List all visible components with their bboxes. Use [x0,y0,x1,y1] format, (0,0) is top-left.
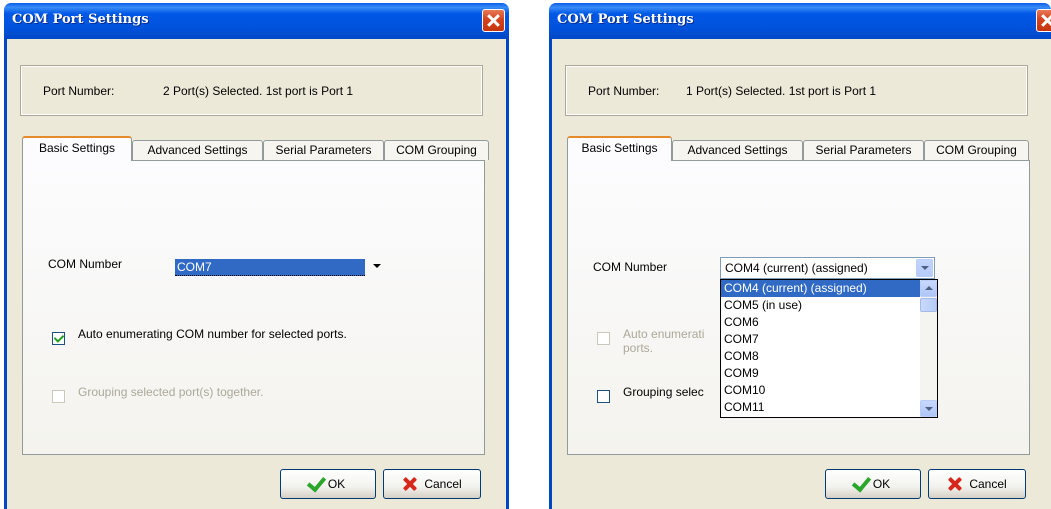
x-cancel-icon [947,476,963,492]
basic-settings-panel: COM Number COM4 (current) (assigned) COM… [567,160,1030,455]
com-number-label: COM Number [48,257,123,271]
dropdown-item-com8[interactable]: COM8 [721,348,937,365]
dropdown-item-com4[interactable]: COM4 (current) (assigned) [721,280,937,297]
auto-enumerate-option[interactable]: Auto enumerating COM number for selected… [52,327,378,345]
dropdown-item-com11[interactable]: COM11 [721,399,937,416]
tab-advanced-settings[interactable]: Advanced Settings [132,140,263,160]
dropdown-item-com9[interactable]: COM9 [721,365,937,382]
basic-settings-panel: COM Number COM7 Auto enumerating COM num… [22,160,485,455]
close-button[interactable] [482,9,505,32]
auto-enumerate-label-line1: Auto enumerati [623,327,705,341]
auto-enumerate-label: Auto enumerating COM number for selected… [78,327,347,341]
ok-label: OK [327,477,346,491]
cancel-button[interactable]: Cancel [383,469,481,499]
checkmark-icon [306,471,327,493]
port-number-value: 2 Port(s) Selected. 1st port is Port 1 [163,84,354,98]
x-cancel-icon [402,476,418,492]
auto-enumerate-label-line2: ports. [623,341,654,355]
cancel-label: Cancel [969,477,1007,491]
port-number-value: 1 Port(s) Selected. 1st port is Port 1 [686,84,877,98]
grouping-option: Grouping selected port(s) together. [52,385,378,403]
dropdown-item-com7[interactable]: COM7 [721,331,937,348]
close-icon [487,14,500,27]
grouping-checkbox [52,390,65,403]
ok-button[interactable]: OK [825,469,921,499]
dialog-title: COM Port Settings [12,12,149,27]
cancel-label: Cancel [424,477,462,491]
auto-enumerate-checkbox [597,332,610,345]
port-number-label: Port Number: [588,84,660,98]
port-number-group: Port Number: 2 Port(s) Selected. 1st por… [20,65,483,116]
cancel-button[interactable]: Cancel [928,469,1026,499]
tab-basic-settings[interactable]: Basic Settings [22,136,132,161]
com-number-dropdown-list[interactable]: COM4 (current) (assigned) COM5 (in use) … [720,279,938,418]
title-bar[interactable]: COM Port Settings [4,3,509,39]
com-port-settings-dialog-left: COM Port Settings Port Number: 2 Port(s)… [4,3,509,509]
com-number-combobox[interactable]: COM4 (current) (assigned) [720,257,935,279]
tab-basic-settings[interactable]: Basic Settings [567,136,672,161]
tab-serial-parameters[interactable]: Serial Parameters [803,140,924,160]
com-number-combobox[interactable]: COM7 [175,257,390,279]
ok-button[interactable]: OK [280,469,376,499]
port-number-group: Port Number: 1 Port(s) Selected. 1st por… [565,65,1028,116]
dialog-body: Port Number: 2 Port(s) Selected. 1st por… [4,39,509,509]
checkmark-icon [851,471,872,493]
dropdown-item-com5[interactable]: COM5 (in use) [721,297,937,314]
chevron-down-icon[interactable] [916,259,933,277]
com-number-label: COM Number [593,260,668,274]
close-icon [1041,14,1051,27]
grouping-label: Grouping selected port(s) together. [78,385,264,399]
chevron-down-icon[interactable] [373,264,381,268]
auto-enumerate-checkbox[interactable] [52,332,65,345]
tab-com-grouping[interactable]: COM Grouping [924,140,1029,160]
close-button[interactable] [1036,9,1051,32]
scroll-up-icon[interactable] [920,280,937,297]
grouping-checkbox[interactable] [597,390,610,403]
dialog-title: COM Port Settings [557,12,694,27]
scroll-thumb[interactable] [920,298,937,312]
com-number-value: COM7 [175,259,365,276]
title-bar[interactable]: COM Port Settings [549,3,1051,39]
ok-label: OK [872,477,891,491]
tab-com-grouping[interactable]: COM Grouping [384,140,489,160]
dropdown-item-com6[interactable]: COM6 [721,314,937,331]
dialog-body: Port Number: 1 Port(s) Selected. 1st por… [549,39,1051,509]
port-number-label: Port Number: [43,84,115,98]
com-port-settings-dialog-right: COM Port Settings Port Number: 1 Port(s)… [549,3,1051,509]
dropdown-scrollbar[interactable] [920,280,937,417]
tab-serial-parameters[interactable]: Serial Parameters [263,140,384,160]
com-number-value: COM4 (current) (assigned) [725,261,868,275]
scroll-down-icon[interactable] [920,400,937,417]
tab-advanced-settings[interactable]: Advanced Settings [672,140,803,160]
dropdown-item-com10[interactable]: COM10 [721,382,937,399]
